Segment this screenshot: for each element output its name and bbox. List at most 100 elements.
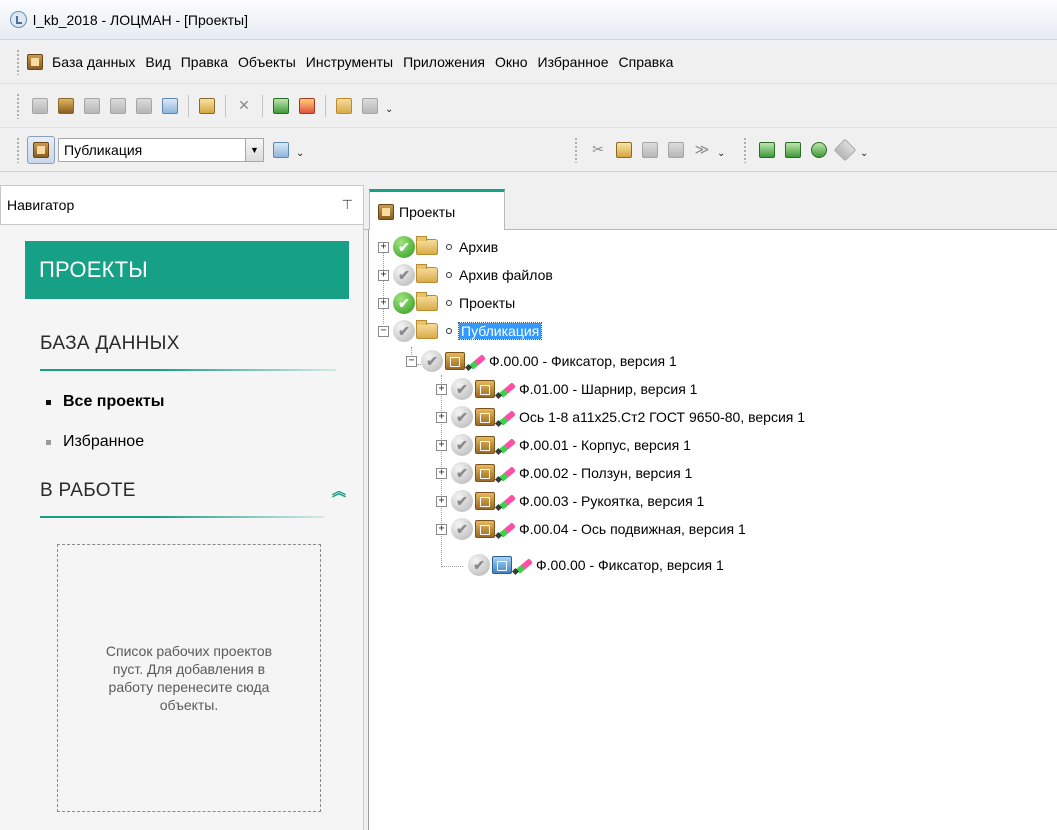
nav-link-favorites[interactable]: Избранное: [46, 433, 144, 451]
toolbar-separator: [262, 94, 263, 117]
database-icon[interactable]: [27, 53, 43, 70]
folder-icon[interactable]: [333, 95, 355, 117]
assembly-icon: [475, 380, 495, 398]
edit-pencil-icon: [466, 351, 486, 371]
menu-edit[interactable]: Правка: [176, 54, 233, 70]
projects-tab-icon: [378, 203, 394, 220]
tree-connector: [441, 566, 463, 567]
publication-icon[interactable]: [27, 135, 55, 164]
secondary-toolbar: Публикация ▼ ⌄ ✂ ≫ ⌄ ⌄: [0, 128, 1057, 172]
tree-node-subitem[interactable]: + ✔ Ф.00.03 - Рукоятка, версия 1: [436, 488, 704, 514]
expand-icon[interactable]: +: [436, 439, 447, 451]
expand-icon[interactable]: +: [378, 297, 389, 309]
tree-node-projects[interactable]: + ✔ Проекты: [378, 290, 515, 316]
collapse-up-icon[interactable]: ︽: [332, 484, 346, 498]
expand-icon[interactable]: +: [378, 269, 389, 281]
menu-objects[interactable]: Объекты: [233, 54, 301, 70]
bullet-icon: [46, 439, 51, 445]
tree-node-label: Ф.00.00 - Фиксатор, версия 1: [489, 353, 677, 369]
tab-strip: Проекты: [364, 185, 1057, 231]
settings-icon[interactable]: [270, 139, 292, 161]
tree-node-label: Ф.00.04 - Ось подвижная, версия 1: [519, 521, 746, 537]
copy-icon[interactable]: [29, 95, 51, 117]
pin-icon[interactable]: ⊤: [342, 197, 353, 213]
expand-icon[interactable]: +: [436, 495, 447, 507]
tree-node-subitem[interactable]: + ✔ Ось 1-8 а11х25.Ст2 ГОСТ 9650-80, вер…: [436, 404, 805, 430]
chevron-down-icon[interactable]: ▼: [245, 138, 263, 161]
duplicate-icon[interactable]: [107, 95, 129, 117]
tree-node-subitem[interactable]: + ✔ Ф.01.00 - Шарнир, версия 1: [436, 376, 697, 402]
toolbar-more-icon[interactable]: ⌄: [385, 104, 395, 115]
tree-node-label: Ф.00.01 - Корпус, версия 1: [519, 437, 691, 453]
expand-all-icon[interactable]: ≫: [691, 139, 713, 161]
state-dot-icon: [446, 272, 452, 278]
expand-icon[interactable]: +: [378, 241, 389, 253]
expand-icon[interactable]: +: [436, 383, 447, 395]
nav-link-all-projects[interactable]: Все проекты: [46, 393, 164, 411]
new-object-icon[interactable]: [55, 95, 77, 117]
tree-node-label: Проекты: [459, 295, 516, 311]
tree-node-subitem[interactable]: + ✔ Ф.00.01 - Корпус, версия 1: [436, 432, 691, 458]
tree-node-label: Ось 1-8 а11х25.Ст2 ГОСТ 9650-80, версия …: [519, 409, 806, 425]
database-heading: БАЗА ДАННЫХ: [40, 333, 180, 354]
add-window-icon[interactable]: [159, 95, 181, 117]
tag-icon[interactable]: [833, 138, 857, 161]
menu-bar: База данных Вид Правка Объекты Инструмен…: [0, 40, 1057, 84]
menu-database[interactable]: База данных: [47, 54, 140, 70]
collapse-icon[interactable]: −: [406, 355, 417, 367]
find-icon[interactable]: [665, 139, 687, 161]
menu-tools[interactable]: Инструменты: [301, 54, 398, 70]
paste-icon[interactable]: [639, 139, 661, 161]
cut-icon[interactable]: ✂: [587, 139, 609, 161]
menu-help[interactable]: Справка: [614, 54, 679, 70]
window-icon[interactable]: [782, 139, 804, 161]
nav-link-favorites-label: Избранное: [63, 433, 145, 450]
tree-node-subitem[interactable]: + ✔ Ф.00.02 - Ползун, версия 1: [436, 460, 692, 486]
toolbar-grip[interactable]: [574, 136, 579, 163]
image-icon[interactable]: [270, 95, 292, 117]
tab-projects[interactable]: Проекты: [369, 189, 505, 231]
toolbar-grip[interactable]: [743, 136, 748, 163]
expand-icon[interactable]: +: [436, 411, 447, 423]
edit-pencil-icon: [496, 463, 516, 483]
projects-banner[interactable]: ПРОЕКТЫ: [25, 241, 349, 299]
paste-icon[interactable]: [81, 95, 103, 117]
toolbar-more-icon[interactable]: ⌄: [717, 148, 727, 159]
navigator-header: Навигатор ⊤: [0, 185, 364, 225]
menu-applications[interactable]: Приложения: [398, 54, 490, 70]
view-selector[interactable]: Публикация ▼: [58, 137, 264, 162]
toolbar-more-icon[interactable]: ⌄: [296, 148, 306, 159]
tree-node-publication[interactable]: − ✔ Публикация: [378, 318, 543, 344]
task-icon[interactable]: [196, 95, 218, 117]
menu-grip[interactable]: [16, 48, 21, 75]
tree-node-subitem[interactable]: ✔ Ф.00.00 - Фиксатор, версия 1: [464, 552, 724, 578]
collapse-icon[interactable]: −: [378, 325, 389, 337]
menu-view[interactable]: Вид: [140, 54, 175, 70]
export-icon[interactable]: [756, 139, 778, 161]
refresh-icon[interactable]: [808, 139, 830, 161]
copy-icon[interactable]: [613, 139, 635, 161]
tree-node-subitem[interactable]: + ✔ Ф.00.04 - Ось подвижная, версия 1: [436, 516, 746, 542]
tree-node-file-archive[interactable]: + ✔ Архив файлов: [378, 262, 553, 288]
delete-icon[interactable]: ✕: [233, 95, 255, 117]
move-icon[interactable]: [133, 95, 155, 117]
work-drop-zone[interactable]: Список рабочих проектов пуст. Для добавл…: [57, 544, 321, 812]
status-ok-icon: ✔: [393, 236, 415, 258]
report-icon[interactable]: [296, 95, 318, 117]
tree-node-fixator[interactable]: − ✔ Ф.00.00 - Фиксатор, версия 1: [406, 348, 677, 374]
tree-node-archive[interactable]: + ✔ Архив: [378, 234, 498, 260]
forward-icon[interactable]: [359, 95, 381, 117]
view-selector-value: Публикация: [64, 141, 143, 158]
expand-icon[interactable]: +: [436, 523, 447, 535]
projects-banner-label: ПРОЕКТЫ: [39, 257, 148, 282]
toolbar-grip[interactable]: [16, 136, 21, 163]
nav-link-all-projects-label: Все проекты: [63, 393, 165, 410]
toolbar-more-icon[interactable]: ⌄: [860, 148, 870, 159]
toolbar-grip[interactable]: [16, 92, 21, 119]
database-divider: [40, 369, 336, 371]
expand-icon[interactable]: +: [436, 467, 447, 479]
state-dot-icon: [446, 300, 452, 306]
menu-favorites[interactable]: Избранное: [533, 54, 614, 70]
menu-window[interactable]: Окно: [490, 54, 533, 70]
assembly-icon: [445, 352, 465, 370]
